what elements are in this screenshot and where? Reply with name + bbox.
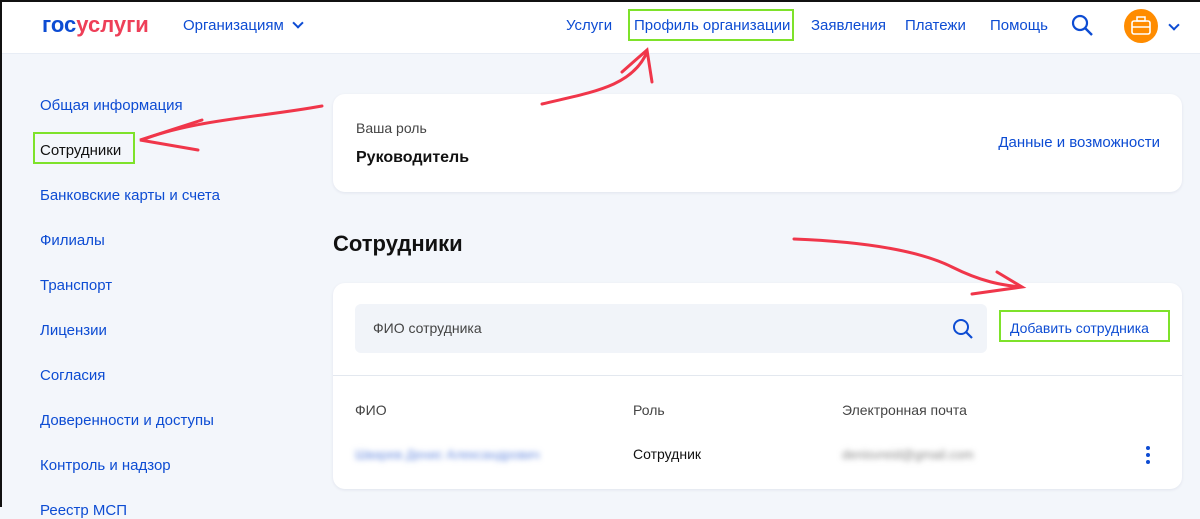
annotation-arrow [140, 104, 324, 142]
annotation-arrowhead [139, 118, 204, 152]
annotation-arrow [792, 237, 1022, 289]
annotation-arrows [139, 47, 1027, 296]
annotation-arrow [540, 50, 649, 106]
